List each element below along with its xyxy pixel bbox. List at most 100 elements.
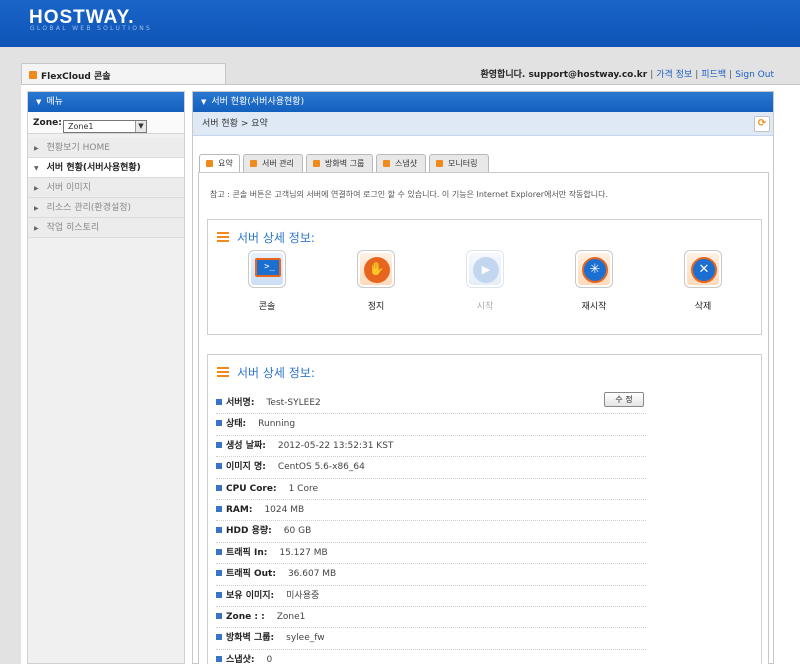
- bullet-icon: [216, 655, 222, 662]
- actions-box-title: 서버 상세 정보:: [217, 229, 315, 246]
- chevron-right-icon: ▶: [34, 145, 39, 152]
- logo-tagline: GLOBAL WEB SOLUTIONS: [30, 25, 153, 32]
- details-box-title: 서버 상세 정보:: [217, 364, 315, 381]
- sidebar-item-label: 작업 히스토리: [46, 223, 100, 233]
- detail-row-traffic-out: 트래픽 Out: 36.607 MB: [216, 564, 646, 586]
- restart-button[interactable]: ✳ 재시작: [559, 250, 629, 312]
- bullet-icon: [216, 484, 222, 491]
- summary-content: 참고 : 콘솔 버튼은 고객님의 서버에 연결하여 로그인 할 수 있습니다. …: [198, 172, 769, 664]
- breadcrumb: 서버 현황 > 요약 ⟳: [193, 112, 773, 136]
- bullet-icon: [216, 441, 222, 448]
- detail-row-owned-image: 보유 이미지: 미사용중: [216, 586, 646, 607]
- breadcrumb-text: 서버 현황 > 요약: [202, 119, 268, 129]
- detail-row-status: 상태: Running: [216, 414, 646, 436]
- tab-snapshot[interactable]: 스냅샷: [376, 154, 426, 172]
- detail-row-created-date: 생성 날짜: 2012-05-22 13:52:31 KST: [216, 436, 646, 458]
- sidebar-item-resource-management[interactable]: ▶ 리소스 관리(환경설정): [28, 198, 184, 218]
- play-icon: ▶: [466, 250, 504, 288]
- start-label: 시작: [476, 302, 494, 312]
- collapse-icon[interactable]: ▼: [36, 98, 41, 106]
- main-header: ▼ 서버 현황(서버사용현황): [193, 92, 773, 112]
- sidebar-item-server-image[interactable]: ▶ 서버 이미지: [28, 178, 184, 198]
- bullet-icon: [216, 527, 222, 534]
- zone-label: Zone:: [33, 118, 62, 128]
- sidebar-item-job-history[interactable]: ▶ 작업 히스토리: [28, 218, 184, 238]
- tab-bullet-icon: [313, 160, 320, 167]
- bullet-icon: [216, 634, 222, 641]
- stop-label: 정지: [367, 302, 385, 312]
- sidebar-title: 메뉴: [46, 97, 63, 107]
- bullet-icon: [216, 505, 222, 512]
- stop-hand-icon: ✋: [357, 250, 395, 288]
- server-details-box: 서버 상세 정보: 수 정 서버명: Test-SYLEE2 상태: Running…: [207, 354, 762, 664]
- tab-bullet-icon: [250, 160, 257, 167]
- start-button[interactable]: ▶ 시작: [450, 250, 520, 312]
- feedback-link[interactable]: 피드백: [701, 70, 726, 80]
- delete-icon: ✕: [684, 250, 722, 288]
- server-actions: >_ 콘솔 ✋ 정지 ▶ 시작 ✳ 재시작 ✕ 삭제: [208, 250, 763, 320]
- detail-row-cpu-core: CPU Core: 1 Core: [216, 479, 646, 500]
- sidebar: ▼ 메뉴 Zone: Zone1 ▼ ▶ 현황보기 HOME ▼ 서버 현황(서버사용…: [27, 91, 185, 664]
- bullet-icon: [216, 612, 222, 619]
- tab-bullet-icon: [383, 160, 390, 167]
- bullet-icon: [216, 399, 222, 405]
- sidebar-menu: ▶ 현황보기 HOME ▼ 서버 현황(서버사용현황) ▶ 서버 이미지 ▶ 리소스 관…: [28, 138, 184, 238]
- detail-row-traffic-in: 트래픽 In: 15.127 MB: [216, 543, 646, 565]
- bullet-icon: [216, 548, 222, 555]
- chevron-right-icon: ▶: [34, 225, 39, 232]
- user-links: 환영합니다. support@hostway.co.kr | 가격 정보 | 피드백 | S…: [480, 70, 775, 80]
- collapse-icon[interactable]: ▼: [201, 98, 206, 106]
- sidebar-item-label: 서버 이미지: [46, 183, 91, 193]
- tab-summary[interactable]: 요약: [199, 154, 240, 173]
- sidebar-item-server-status[interactable]: ▼ 서버 현황(서버사용현황): [28, 158, 184, 178]
- detail-row-server-name: 서버명: Test-SYLEE2: [216, 393, 646, 415]
- sidebar-item-label: 리소스 관리(환경설정): [46, 203, 132, 213]
- app-tab-label: FlexCloud 콘솔: [41, 72, 111, 82]
- console-label: 콘솔: [258, 302, 276, 312]
- top-header: HOSTWAY. GLOBAL WEB SOLUTIONS: [0, 0, 800, 47]
- bullet-icon: [216, 591, 222, 598]
- bullet-icon: [216, 420, 222, 427]
- welcome-text: 환영합니다. support@hostway.co.kr: [480, 70, 648, 80]
- server-details-list: 서버명: Test-SYLEE2 상태: Running 생성 날짜: 2012-05…: [216, 393, 646, 664]
- server-actions-box: 서버 상세 정보: >_ 콘솔 ✋ 정지 ▶ 시작 ✳ 재시작 ✕ 삭제: [207, 219, 762, 335]
- detail-row-zone: Zone : : Zone1: [216, 607, 646, 629]
- sidebar-item-home[interactable]: ▶ 현황보기 HOME: [28, 138, 184, 158]
- restart-icon: ✳: [575, 250, 613, 288]
- bullet-icon: [216, 570, 222, 577]
- detail-row-firewall-group: 방화벽 그룹: sylee_fw: [216, 628, 646, 650]
- console-icon: >_: [248, 250, 286, 288]
- chevron-right-icon: ▶: [34, 185, 39, 192]
- detail-row-image-name: 이미지 명: CentOS 5.6-x86_64: [216, 457, 646, 479]
- zone-select-value: Zone1: [68, 122, 94, 131]
- section-icon: [217, 232, 229, 244]
- main-title: 서버 현황(서버사용현황): [211, 97, 305, 107]
- chevron-down-icon: ▼: [135, 121, 146, 132]
- console-button[interactable]: >_ 콘솔: [232, 250, 302, 312]
- pricing-link[interactable]: 가격 정보: [656, 70, 692, 80]
- detail-row-ram: RAM: 1024 MB: [216, 500, 646, 522]
- tab-bullet-icon: [29, 71, 37, 79]
- chevron-down-icon: ▼: [34, 165, 39, 172]
- sidebar-item-label: 서버 현황(서버사용현황): [46, 163, 141, 173]
- delete-button[interactable]: ✕ 삭제: [668, 250, 738, 312]
- detail-row-hdd: HDD 용량: 60 GB: [216, 521, 646, 543]
- tab-firewall-group[interactable]: 방화벽 그룹: [306, 154, 373, 172]
- bullet-icon: [216, 463, 222, 470]
- tab-monitoring[interactable]: 모니터링: [429, 154, 489, 172]
- tab-bullet-icon: [436, 160, 443, 167]
- main-panel: ▼ 서버 현황(서버사용현황) 서버 현황 > 요약 ⟳ 요약 서버 관리 방화벽…: [192, 91, 774, 664]
- sidebar-header: ▼ 메뉴: [28, 92, 184, 112]
- restart-label: 재시작: [581, 302, 607, 312]
- console-note: 참고 : 콘솔 버튼은 고객님의 서버에 연결하여 로그인 할 수 있습니다. …: [210, 190, 609, 199]
- stop-button[interactable]: ✋ 정지: [341, 250, 411, 312]
- tab-server-management[interactable]: 서버 관리: [243, 154, 303, 172]
- app-tab-flexcloud-console[interactable]: FlexCloud 콘솔: [21, 63, 226, 85]
- chevron-right-icon: ▶: [34, 205, 39, 212]
- delete-label: 삭제: [694, 302, 712, 312]
- zone-select[interactable]: Zone1 ▼: [63, 120, 147, 133]
- refresh-icon[interactable]: ⟳: [754, 116, 770, 132]
- sidebar-item-label: 현황보기 HOME: [46, 143, 110, 153]
- tab-bullet-icon: [206, 160, 213, 167]
- sign-out-link[interactable]: Sign Out: [735, 70, 774, 80]
